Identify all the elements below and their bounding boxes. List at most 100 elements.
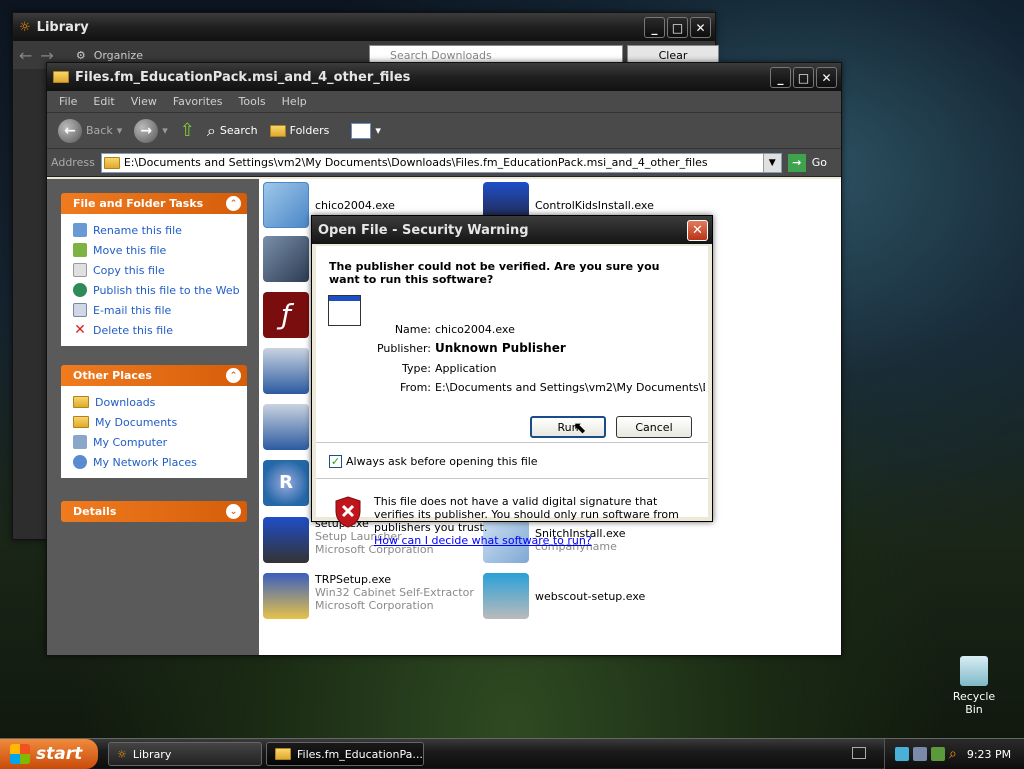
go-button[interactable]: Go	[812, 156, 837, 169]
library-titlebar[interactable]: ☼ Library _ □ ✕	[13, 13, 715, 41]
back-arrow-icon[interactable]: ←	[19, 46, 32, 65]
dialog-titlebar[interactable]: Open File - Security Warning ✕	[312, 216, 712, 244]
explorer-titlebar[interactable]: Files.fm_EducationPack.msi_and_4_other_f…	[47, 63, 841, 91]
address-label: Address	[51, 156, 95, 169]
checkbox-checked-icon: ✓	[329, 455, 342, 468]
task-label: Rename this file	[93, 223, 182, 237]
delete-x-icon: ✕	[74, 322, 86, 338]
dialog-title: Open File - Security Warning	[318, 222, 529, 238]
file-item-webscout[interactable]: webscout-setup.exe	[483, 573, 645, 619]
globe-icon	[73, 283, 87, 297]
help-link[interactable]: How can I decide what software to run?	[374, 534, 592, 547]
explorer-toolbar: ← Back ▾ → ▾ ⇧ ⌕ Search Folders ▾	[47, 113, 841, 149]
rename-icon	[73, 223, 87, 237]
library-title: Library	[36, 19, 89, 35]
start-button[interactable]: start	[0, 739, 98, 769]
collapse-icon[interactable]: ⌃	[226, 196, 241, 211]
recycle-bin-desktop-icon[interactable]: Recycle Bin	[944, 656, 1004, 716]
menu-view[interactable]: View	[123, 95, 165, 108]
file-name: webscout-setup.exe	[535, 590, 646, 603]
security-tray-icon[interactable]	[913, 747, 927, 761]
library-maximize-button[interactable]: □	[667, 17, 688, 38]
menu-help[interactable]: Help	[274, 95, 315, 108]
my-computer-link[interactable]: My Computer	[73, 432, 247, 452]
place-label: My Network Places	[93, 455, 197, 469]
explorer-maximize-button[interactable]: □	[793, 67, 814, 88]
network-tray-icon[interactable]	[895, 747, 909, 761]
other-places-header[interactable]: Other Places ⌃	[61, 365, 247, 386]
setup-computer-icon	[263, 517, 309, 563]
clock[interactable]: 9:23 PM	[967, 748, 1011, 761]
move-file-link[interactable]: Move this file	[73, 240, 247, 260]
views-icon	[351, 122, 372, 139]
always-ask-checkbox[interactable]: ✓ Always ask before opening this file	[329, 455, 538, 468]
up-folder-icon: ⇧	[179, 120, 195, 141]
views-button[interactable]: ▾	[348, 121, 384, 141]
network-icon	[73, 455, 87, 469]
folders-button[interactable]: Folders	[267, 122, 333, 139]
go-icon[interactable]: →	[787, 153, 806, 172]
organize-button[interactable]: Organize	[94, 49, 143, 62]
gear-icon: ⚙	[75, 48, 86, 62]
menu-edit[interactable]: Edit	[85, 95, 122, 108]
dialog-question: The publisher could not be verified. Are…	[329, 260, 660, 286]
explorer-close-button[interactable]: ✕	[816, 67, 837, 88]
installer-icon	[263, 182, 309, 228]
collapse-icon[interactable]: ⌃	[226, 368, 241, 383]
taskbar-item-explorer[interactable]: Files.fm_EducationPa...	[266, 742, 424, 766]
search-tray-icon[interactable]: ⌕	[949, 746, 957, 762]
cancel-button[interactable]: Cancel	[616, 416, 692, 438]
search-icon: ⌕	[206, 120, 216, 140]
rename-file-link[interactable]: Rename this file	[73, 220, 247, 240]
address-dropdown-icon[interactable]: ▼	[762, 153, 781, 172]
place-label: My Documents	[95, 415, 178, 429]
from-label: From:	[400, 381, 431, 394]
menu-file[interactable]: File	[51, 95, 85, 108]
email-file-link[interactable]: E-mail this file	[73, 300, 247, 320]
menu-tools[interactable]: Tools	[231, 95, 274, 108]
expand-icon[interactable]: ⌄	[226, 504, 241, 519]
back-arrow-icon: ←	[58, 118, 82, 143]
dialog-close-button[interactable]: ✕	[687, 220, 708, 241]
installer-icon	[263, 348, 309, 394]
library-minimize-button[interactable]: _	[644, 17, 665, 38]
run-button[interactable]: Run	[530, 416, 606, 438]
move-icon	[73, 243, 87, 257]
panel-title: Details	[73, 505, 117, 518]
file-item-trpsetup[interactable]: TRPSetup.exe Win32 Cabinet Self-Extracto…	[263, 573, 474, 619]
computer-icon	[73, 435, 87, 449]
taskbar-item-library[interactable]: ☼ Library	[108, 742, 262, 766]
task-label: Delete this file	[93, 323, 173, 337]
publish-file-link[interactable]: Publish this file to the Web	[73, 280, 247, 300]
setup-cd-icon	[483, 573, 529, 619]
r-app-icon: R	[263, 460, 309, 506]
address-value: E:\Documents and Settings\vm2\My Documen…	[123, 156, 708, 169]
back-button[interactable]: ← Back ▾	[55, 117, 125, 145]
explorer-title: Files.fm_EducationPack.msi_and_4_other_f…	[75, 69, 411, 85]
divider	[316, 478, 708, 479]
library-close-button[interactable]: ✕	[690, 17, 711, 38]
folder-icon	[73, 396, 89, 408]
type-label: Type:	[402, 362, 431, 375]
downloads-link[interactable]: Downloads	[73, 392, 247, 412]
copy-file-link[interactable]: Copy this file	[73, 260, 247, 280]
keyboard-icon[interactable]	[852, 747, 866, 759]
file-folder-tasks-header[interactable]: File and Folder Tasks ⌃	[61, 193, 247, 214]
my-network-places-link[interactable]: My Network Places	[73, 452, 247, 472]
file-name: chico2004.exe	[315, 199, 395, 212]
up-folder-button[interactable]: ⇧	[177, 118, 198, 143]
search-button[interactable]: ⌕ Search	[204, 119, 261, 143]
my-documents-link[interactable]: My Documents	[73, 412, 247, 432]
divider	[316, 442, 708, 443]
explorer-minimize-button[interactable]: _	[770, 67, 791, 88]
wizard-tray-icon[interactable]	[931, 747, 945, 761]
delete-file-link[interactable]: ✕ Delete this file	[73, 320, 247, 340]
forward-arrow-icon: →	[134, 118, 159, 143]
taskbar-item-label: Files.fm_EducationPa...	[297, 747, 423, 761]
details-header[interactable]: Details ⌄	[61, 501, 247, 522]
panel-title: Other Places	[73, 369, 152, 382]
menu-favorites[interactable]: Favorites	[165, 95, 231, 108]
address-input[interactable]: E:\Documents and Settings\vm2\My Documen…	[100, 152, 782, 173]
forward-button[interactable]: → ▾	[131, 117, 171, 145]
publisher-value: Unknown Publisher	[435, 341, 566, 355]
